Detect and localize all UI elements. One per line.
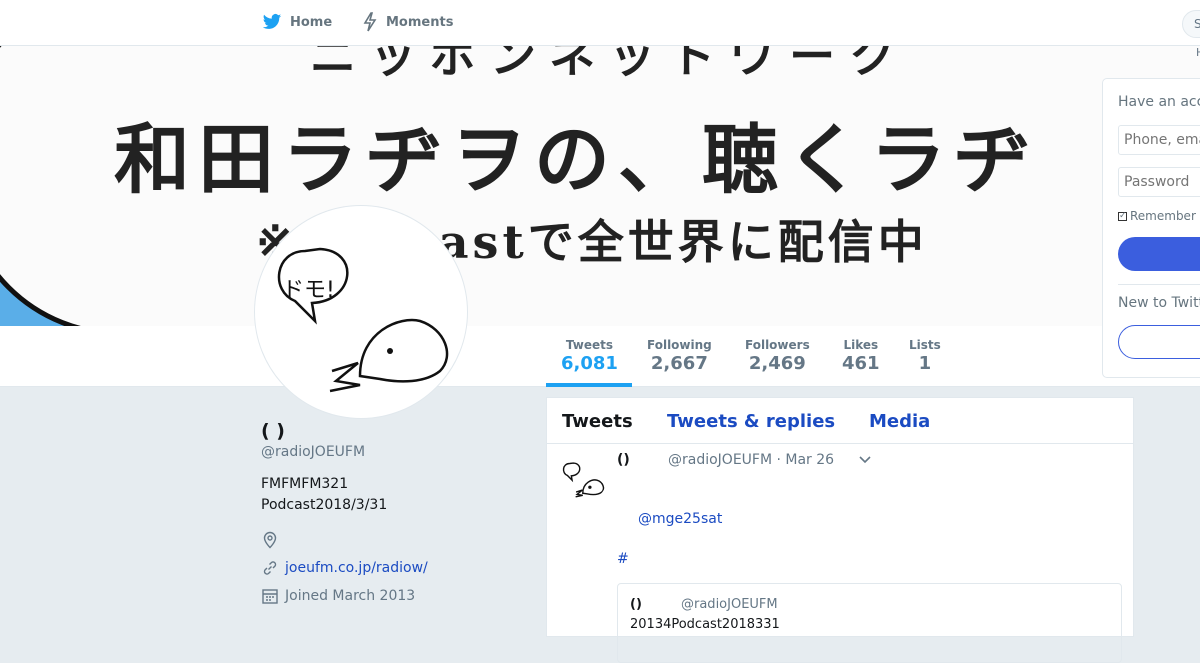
profile-handle[interactable]: @radioJOEUFM — [261, 444, 531, 460]
tweet-hashtag[interactable]: # — [617, 551, 629, 567]
top-navigation: Home Moments S — [0, 0, 1200, 46]
tab-media[interactable]: Media — [869, 411, 930, 432]
profile-avatar[interactable]: ドモ! — [255, 206, 467, 418]
nav-moments-label: Moments — [386, 14, 454, 30]
stat-value: 2,667 — [650, 353, 708, 374]
phone-email-field[interactable] — [1118, 125, 1200, 155]
tweet-handle-date[interactable]: @radioJOEUFM · Mar 26 — [668, 452, 834, 468]
profile-joined: Joined March 2013 — [261, 586, 531, 606]
svg-text:ドモ!: ドモ! — [282, 278, 335, 303]
stat-value: 1 — [918, 353, 932, 374]
profile-info: ( ) @radioJOEUFM FMFMFM321 Podcast2018/3… — [261, 420, 531, 606]
stat-value: 461 — [842, 353, 880, 374]
tweet-avatar[interactable] — [559, 454, 607, 502]
login-panel: Have an acc ✓ Remember New to Twitt — [1102, 78, 1200, 378]
website-link[interactable]: joeufm.co.jp/radiow/ — [285, 560, 428, 576]
tweet-author-name[interactable]: () — [617, 452, 630, 468]
joined-text: Joined March 2013 — [285, 588, 416, 604]
login-divider — [1118, 284, 1200, 285]
nav-home-label: Home — [290, 14, 333, 30]
stat-label: Tweets — [565, 338, 614, 352]
log-in-button[interactable] — [1118, 237, 1200, 271]
tab-tweets-replies[interactable]: Tweets & replies — [667, 411, 835, 432]
profile-banner: ニッポンネットワーク 和田ラヂヲの、聴くラヂ ※Podcastで全世界に配信中 — [0, 46, 1200, 326]
chevron-down-icon[interactable] — [858, 452, 872, 469]
profile-name[interactable]: ( ) — [261, 420, 531, 442]
lightning-icon — [363, 12, 377, 32]
stat-value: 2,469 — [748, 353, 806, 374]
nav-moments[interactable]: Moments — [362, 12, 453, 32]
tweet-mention[interactable]: @mge25sat — [638, 511, 722, 527]
timeline: Tweets Tweets & replies Media () @radioJ… — [546, 397, 1134, 663]
profile-location — [261, 530, 531, 550]
stat-likes[interactable]: Likes 461 — [842, 338, 880, 374]
profile-stats-bar: Tweets 6,081 Following 2,667 Followers 2… — [0, 326, 1200, 387]
remember-checkbox[interactable]: ✓ — [1118, 211, 1127, 221]
search-input[interactable]: S — [1182, 10, 1200, 38]
stat-label: Following — [647, 338, 712, 352]
quoted-handle: @radioJOEUFM — [681, 597, 778, 612]
remember-label: Remember — [1130, 209, 1196, 223]
stat-lists[interactable]: Lists 1 — [909, 338, 941, 374]
tab-tweets[interactable]: Tweets — [562, 411, 633, 432]
stat-label: Followers — [745, 338, 810, 352]
stat-label: Lists — [909, 338, 941, 352]
stat-label: Likes — [843, 338, 879, 352]
stat-following[interactable]: Following 2,667 — [647, 338, 712, 374]
link-icon — [263, 561, 277, 575]
tweet[interactable]: () @radioJOEUFM · Mar 26 @mge25sat # () … — [547, 444, 1133, 663]
bio-line: Podcast2018/3/31 — [261, 497, 388, 513]
bird-icon — [262, 14, 282, 29]
stat-tweets[interactable]: Tweets 6,081 — [561, 338, 618, 374]
doodle-bird-avatar-icon — [562, 462, 605, 498]
profile-bio: FMFMFM321 Podcast2018/3/31 — [261, 474, 531, 516]
doodle-bird-avatar-icon: ドモ! — [277, 247, 449, 393]
banner-line-1: ニッポンネットワーク — [310, 46, 910, 83]
quoted-author-name: () — [630, 597, 642, 612]
nav-home[interactable]: Home — [262, 12, 332, 32]
sign-up-button[interactable] — [1118, 325, 1200, 359]
remember-me[interactable]: ✓ Remember — [1118, 209, 1196, 223]
side-label: H — [1196, 46, 1200, 59]
stat-followers[interactable]: Followers 2,469 — [745, 338, 810, 374]
password-field[interactable] — [1118, 167, 1200, 197]
timeline-tabs: Tweets Tweets & replies Media — [547, 398, 1133, 444]
banner-line-2: 和田ラヂヲの、聴くラヂ — [114, 115, 1038, 204]
stat-value: 6,081 — [561, 353, 618, 374]
active-tab-underline — [546, 383, 632, 387]
profile-website: joeufm.co.jp/radiow/ — [261, 558, 531, 578]
login-heading: Have an acc — [1118, 94, 1200, 110]
bio-line: FMFMFM321 — [261, 476, 349, 492]
quoted-tweet[interactable]: () @radioJOEUFM 20134Podcast2018331 — [617, 583, 1122, 663]
new-to-twitter-text: New to Twitt — [1118, 295, 1200, 311]
calendar-icon — [262, 589, 278, 604]
location-pin-icon — [263, 531, 277, 549]
